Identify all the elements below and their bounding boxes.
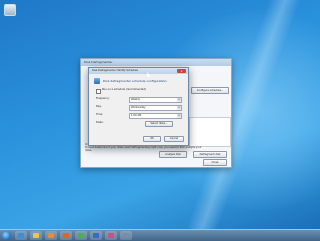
disks-label: Disks:	[96, 121, 104, 124]
desktop: Disk Defragmenter Configure schedule... …	[0, 0, 320, 229]
outlook-icon[interactable]	[90, 231, 102, 240]
defrag-icon	[94, 78, 100, 84]
chevron-down-icon: ▾	[177, 106, 181, 110]
run-on-schedule-checkbox[interactable]	[96, 89, 101, 94]
day-value: Wednesday	[131, 106, 146, 109]
select-disks-button[interactable]: Select disks...	[145, 121, 173, 127]
analyze-disk-button[interactable]: Analyze disk	[159, 151, 187, 158]
window-title: Disk Defragmenter	[81, 59, 231, 66]
chevron-down-icon: ▾	[177, 98, 181, 102]
note-line-2: To best determine if your disks need def…	[85, 146, 202, 152]
recycle-bin-icon[interactable]	[4, 4, 16, 16]
ok-button[interactable]: OK	[143, 136, 161, 142]
cancel-button[interactable]: Cancel	[164, 136, 184, 142]
time-select[interactable]: 1:00 AM ▾	[129, 113, 182, 119]
day-label: Day:	[96, 105, 102, 108]
run-on-schedule-label: Run on a schedule (recommended)	[102, 88, 146, 91]
frequency-select[interactable]: Weekly ▾	[129, 97, 182, 103]
firefox-icon[interactable]	[60, 231, 72, 240]
frequency-value: Weekly	[131, 98, 141, 101]
frequency-label: Frequency:	[96, 97, 110, 100]
configure-schedule-button[interactable]: Configure schedule...	[191, 87, 229, 94]
paint-icon[interactable]	[105, 231, 117, 240]
ie-icon[interactable]	[15, 231, 27, 240]
modify-schedule-dialog: Disk Defragmenter: Modify Schedule x Dis…	[88, 67, 189, 146]
dialog-title: Disk Defragmenter: Modify Schedule	[89, 68, 188, 74]
defragment-disk-button[interactable]: Defragment disk	[193, 151, 227, 158]
chrome-icon[interactable]	[75, 231, 87, 240]
close-icon[interactable]: x	[177, 69, 186, 73]
chevron-down-icon: ▾	[177, 114, 181, 118]
app-icon[interactable]	[120, 231, 132, 240]
windows-start-icon[interactable]	[2, 231, 11, 240]
taskbar	[0, 229, 320, 241]
time-label: Time:	[96, 113, 103, 116]
close-button[interactable]: Close	[203, 159, 227, 166]
dialog-heading: Disk defragmenter schedule configuration…	[103, 79, 168, 83]
media-player-icon[interactable]	[45, 231, 57, 240]
day-select[interactable]: Wednesday ▾	[129, 105, 182, 111]
folder-icon[interactable]	[30, 231, 42, 240]
time-value: 1:00 AM	[131, 114, 142, 117]
